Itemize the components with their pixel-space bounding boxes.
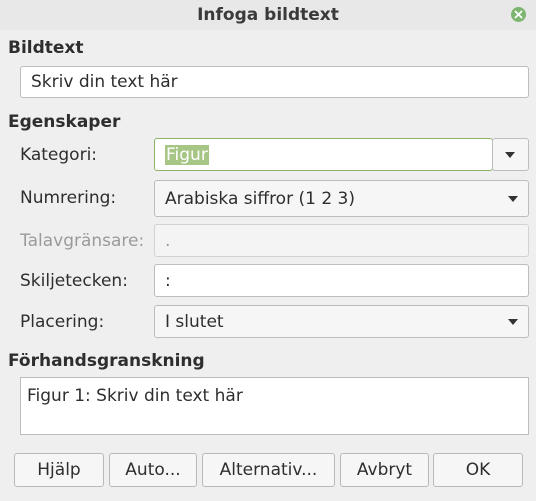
title-bar: Infoga bildtext [0, 0, 536, 30]
separator-label: Talavgränsare: [20, 231, 145, 251]
preview-box: Figur 1: Skriv din text här [20, 377, 529, 435]
options-button[interactable]: Alternativ... [202, 453, 335, 487]
chevron-down-icon [508, 195, 518, 202]
help-button[interactable]: Hjälp [14, 453, 104, 487]
position-select[interactable]: I slutet [154, 305, 529, 338]
category-value: Figur [165, 144, 209, 165]
numbering-label: Numrering: [20, 188, 117, 208]
cancel-button[interactable]: Avbryt [340, 453, 429, 487]
separator-input: . [154, 224, 529, 257]
caption-text-input[interactable]: Skriv din text här [20, 66, 529, 98]
close-icon [514, 10, 523, 19]
caption-text-value: Skriv din text här [31, 72, 178, 92]
properties-section-title: Egenskaper [8, 112, 121, 132]
ok-button[interactable]: OK [433, 453, 523, 487]
numbering-select[interactable]: Arabiska siffror (1 2 3) [154, 180, 529, 217]
position-label: Placering: [20, 312, 105, 332]
separator-value: . [165, 230, 171, 251]
caption-section-title: Bildtext [8, 38, 84, 58]
category-dropdown-button[interactable] [492, 138, 529, 171]
chevron-down-icon [505, 151, 515, 158]
numbering-value: Arabiska siffror (1 2 3) [165, 188, 355, 209]
punctuation-label: Skiljetecken: [20, 271, 128, 291]
punctuation-value: : [165, 270, 171, 291]
chevron-down-icon [508, 318, 518, 325]
punctuation-input[interactable]: : [154, 264, 529, 297]
position-value: I slutet [165, 311, 224, 332]
dialog-title: Infoga bildtext [197, 5, 339, 25]
auto-button[interactable]: Auto... [109, 453, 197, 487]
close-button[interactable] [511, 7, 526, 22]
preview-text: Figur 1: Skriv din text här [27, 386, 243, 406]
category-label: Kategori: [20, 145, 98, 165]
preview-section-title: Förhandsgranskning [8, 351, 205, 371]
category-input[interactable]: Figur [154, 138, 493, 171]
